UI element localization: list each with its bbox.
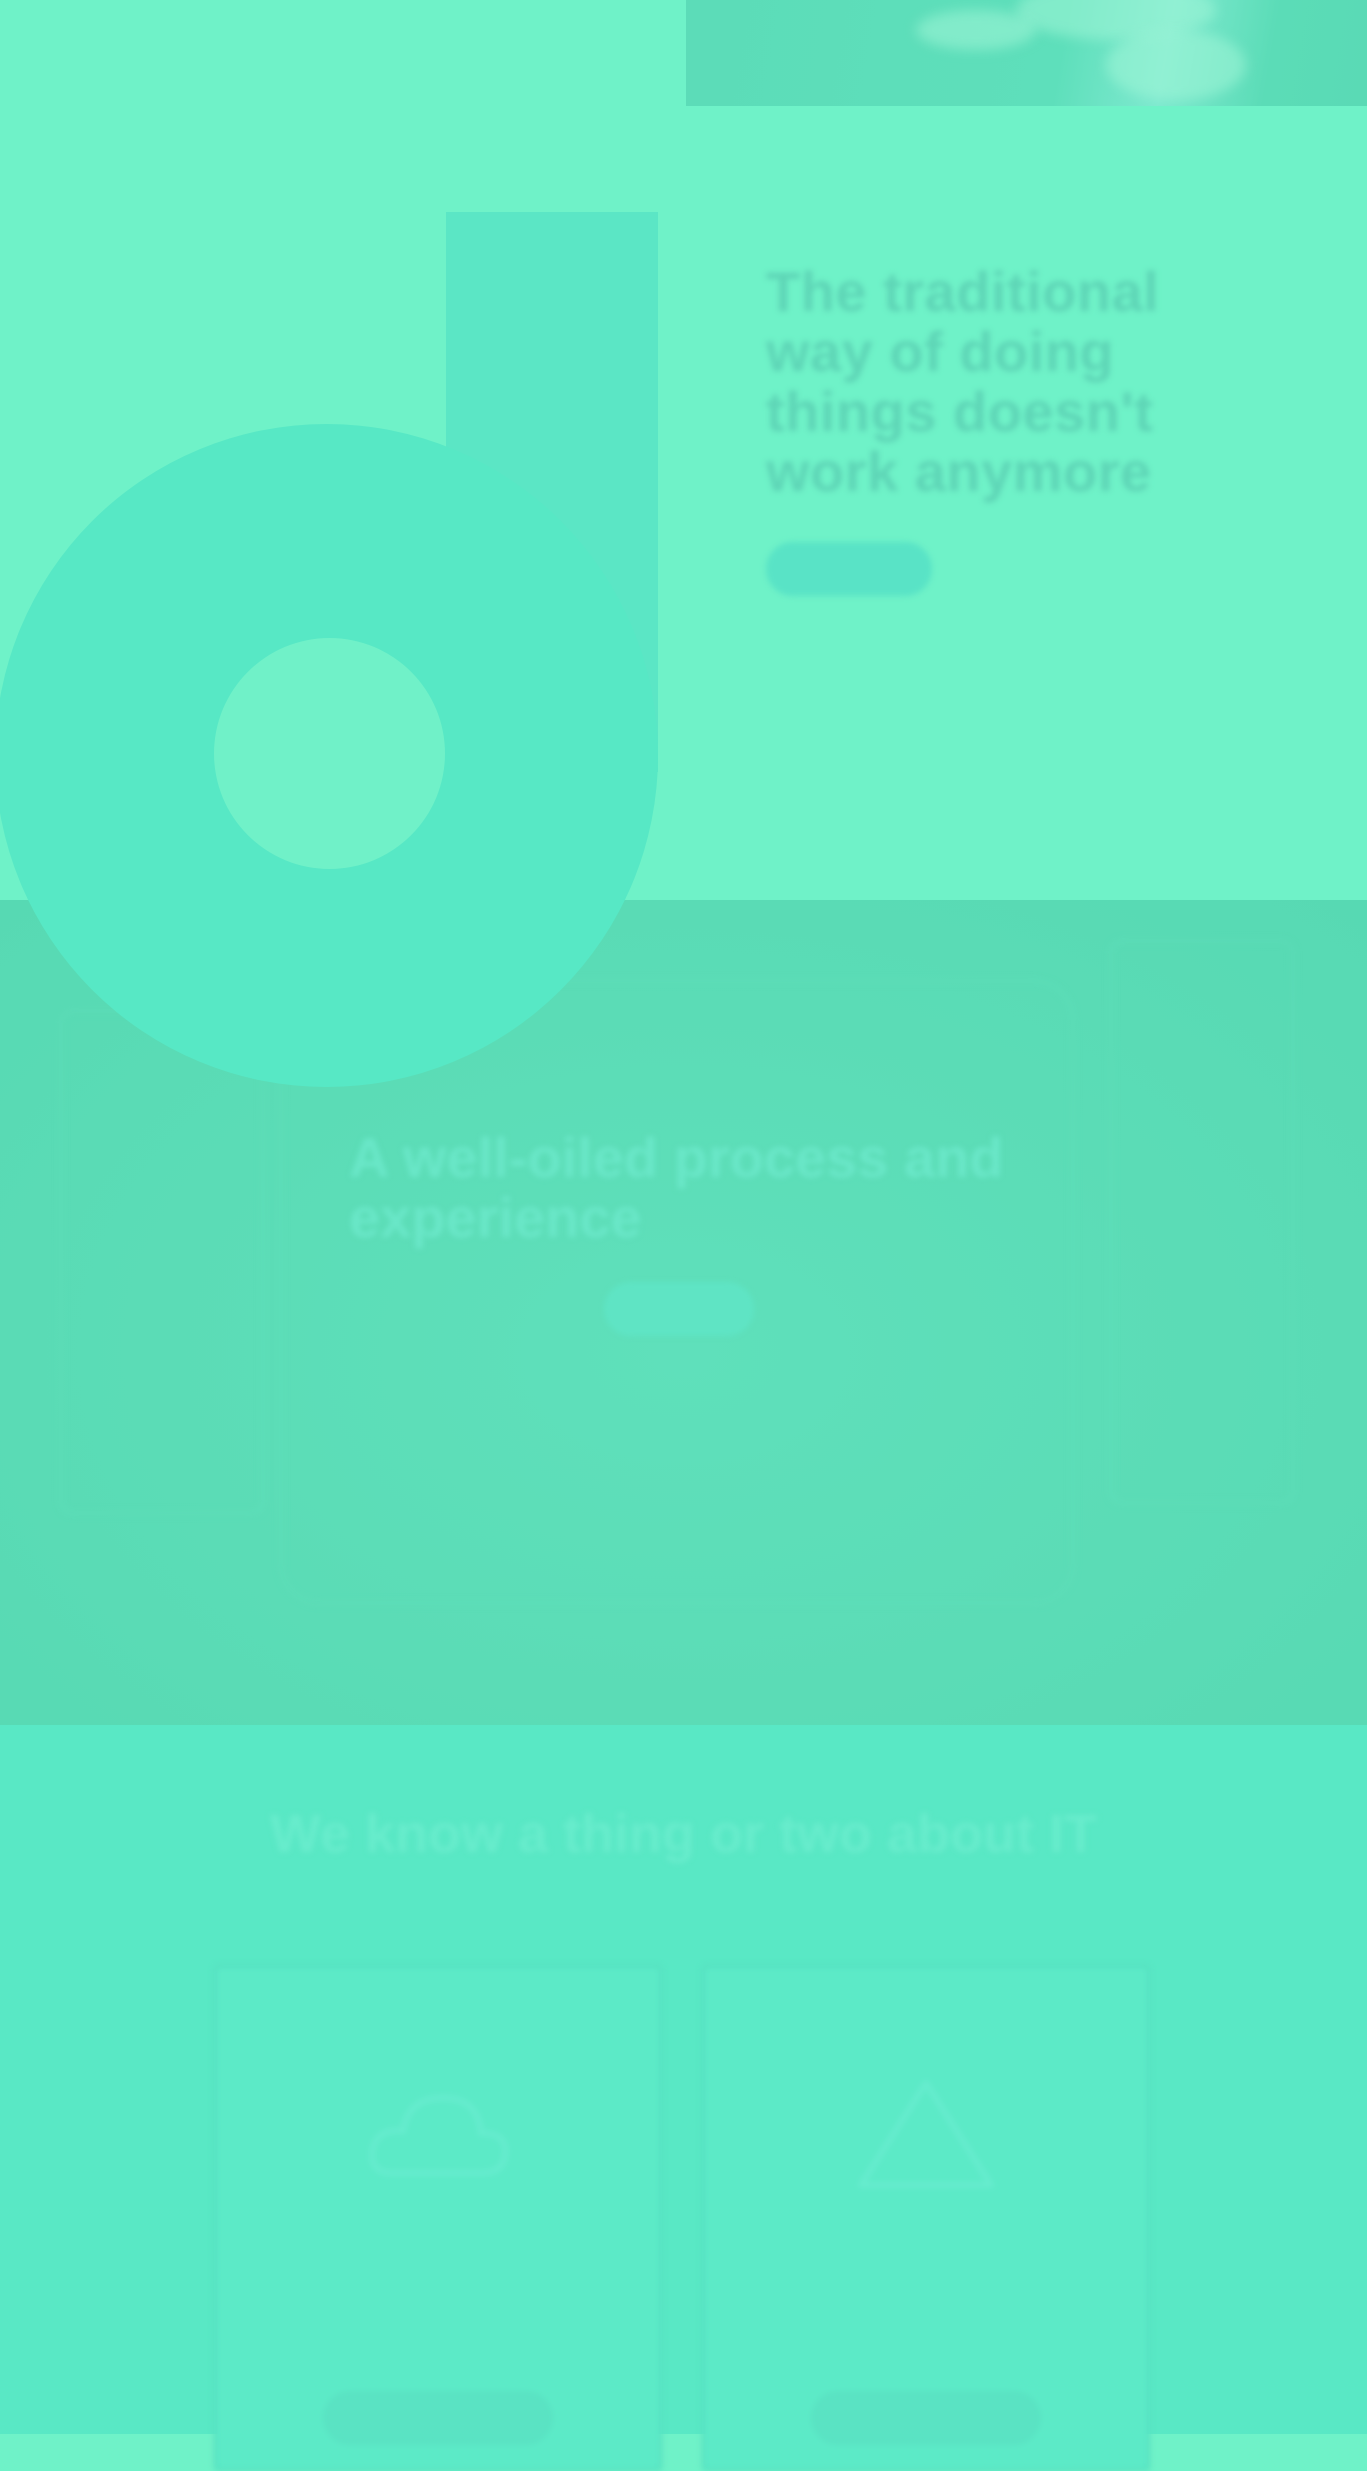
hero-cta-button[interactable] bbox=[766, 542, 932, 596]
hero-content: The traditional way of doing things does… bbox=[766, 262, 1216, 601]
card-button[interactable] bbox=[323, 2391, 553, 2445]
hero-section: The traditional way of doing things does… bbox=[0, 0, 1367, 1087]
process-cta-button[interactable] bbox=[604, 1282, 754, 1336]
logo-d-hole bbox=[214, 638, 445, 869]
process-content: A well-oiled process and experience bbox=[349, 1128, 1019, 1341]
process-title: A well-oiled process and experience bbox=[349, 1126, 1004, 1249]
hero-title: The traditional way of doing things does… bbox=[766, 260, 1160, 503]
banner-image bbox=[686, 0, 1367, 106]
warning-icon bbox=[858, 2080, 994, 2188]
cloud-icon bbox=[369, 2094, 509, 2176]
it-section: We know a thing or two about IT bbox=[0, 1725, 1367, 2471]
it-section-title: We know a thing or two about IT bbox=[270, 1804, 1097, 1864]
service-card bbox=[214, 1965, 662, 2471]
service-card bbox=[702, 1965, 1150, 2471]
card-button[interactable] bbox=[811, 2391, 1041, 2445]
